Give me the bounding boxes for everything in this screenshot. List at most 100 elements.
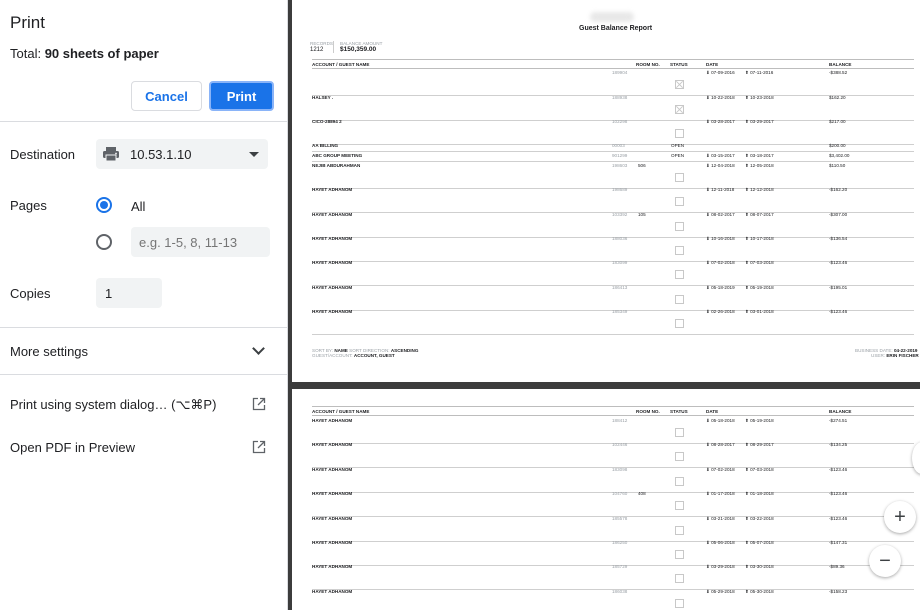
departure-date: ⬆ 10-23-2018 (745, 95, 774, 100)
system-dialog-link[interactable]: Print using system dialog… (⌥⌘P) (10, 397, 216, 413)
header-rule (312, 59, 914, 60)
col-status: STATUS (670, 409, 688, 414)
arrival-date: ⬇ 03-21-2018 (706, 516, 735, 521)
arrival-date: ⬇ 07-02-2018 (706, 260, 735, 265)
print-settings-panel: Print Total: 90 sheets of paper Cancel P… (0, 0, 288, 610)
account-id: 183099 (612, 260, 628, 265)
departure-date: ⬆ 03-01-2018 (745, 309, 774, 314)
departure-date: ⬆ 08-07-2017 (745, 212, 774, 217)
account-id: 189904 (612, 70, 628, 75)
account-id: 198603 (612, 163, 628, 168)
departure-date: ⬆ 03-18-2017 (745, 153, 774, 158)
row-checkbox[interactable] (675, 222, 684, 231)
col-account: ACCOUNT / GUEST NAME (312, 409, 370, 414)
account-id: 102446 (612, 442, 628, 447)
balance-value: -$158.23 (829, 589, 848, 594)
balance-value: $162.20 (829, 95, 846, 100)
guest-name: HAYET ADHANOM (312, 564, 353, 569)
pages-custom-input[interactable] (131, 227, 270, 257)
cancel-button[interactable]: Cancel (131, 81, 202, 111)
divider (0, 121, 288, 122)
destination-select[interactable]: 10.53.1.10 (96, 139, 268, 169)
status-value: OPEN (671, 153, 685, 158)
row-checkbox[interactable] (675, 526, 684, 535)
departure-date: ⬆ 05-30-2018 (745, 589, 774, 594)
account-id: 183098 (612, 467, 628, 472)
row-checkbox[interactable] (675, 270, 684, 279)
zoom-out-button[interactable]: − (869, 545, 901, 577)
total-value: 90 sheets of paper (44, 46, 159, 61)
row-checkbox[interactable] (675, 550, 684, 559)
records-value: 1212 (310, 47, 324, 53)
account-id: 00003 (612, 143, 625, 148)
destination-value: 10.53.1.10 (130, 146, 192, 162)
account-id: 185729 (612, 564, 628, 569)
row-checkbox[interactable] (675, 295, 684, 304)
col-date: DATE (706, 62, 719, 67)
row-checkbox[interactable] (675, 501, 684, 510)
row-checkbox[interactable] (675, 173, 684, 182)
row-checkbox[interactable] (675, 599, 684, 608)
row-checkbox[interactable] (675, 246, 684, 255)
balance-value: -$136.54 (829, 236, 848, 241)
arrival-date: ⬇ 03-29-2018 (706, 564, 735, 569)
arrival-date: ⬇ 10-16-2018 (706, 236, 735, 241)
pages-custom-radio[interactable] (96, 234, 112, 250)
balance-value: $217.00 (829, 119, 846, 124)
balance-value: -$134.25 (829, 442, 848, 447)
account-id: 102298 (612, 119, 628, 124)
open-external-icon[interactable] (252, 440, 266, 454)
row-checkbox[interactable] (675, 197, 684, 206)
arrival-date: ⬇ 08-02-2017 (706, 212, 735, 217)
row-checkbox[interactable] (675, 105, 684, 114)
row-divider (312, 151, 914, 152)
arrival-date: ⬇ 05-06-2018 (706, 540, 735, 545)
row-checkbox[interactable] (675, 452, 684, 461)
copies-label: Copies (10, 286, 51, 301)
row-checkbox[interactable] (675, 319, 684, 328)
copies-input[interactable] (96, 278, 162, 308)
total-prefix: Total: (10, 46, 45, 61)
departure-date: ⬆ 07-03-2018 (745, 467, 774, 472)
row-checkbox[interactable] (675, 574, 684, 583)
room-no: 105 (638, 212, 646, 217)
departure-date: ⬆ 07-03-2018 (745, 260, 774, 265)
divider (0, 327, 288, 328)
balance-value: $110.50 (829, 163, 846, 168)
open-external-icon[interactable] (252, 397, 266, 411)
guest-name: AA BILLING (312, 143, 339, 148)
zoom-in-button[interactable]: + (884, 501, 916, 533)
balance-amount-value: $150,359.00 (340, 46, 377, 53)
balance-value: -$195.01 (829, 285, 848, 290)
arrival-date: ⬇ 05-18-2019 (706, 285, 735, 290)
status-value: OPEN (671, 143, 685, 148)
arrival-date: ⬇ 01-17-2018 (706, 491, 735, 496)
header-rule (312, 415, 914, 416)
guest-name: HAYET ADHANOM (312, 516, 353, 521)
chevron-down-icon[interactable] (252, 342, 265, 355)
departure-date: ⬆ 08-29-2017 (745, 442, 774, 447)
print-button[interactable]: Print (209, 81, 274, 111)
open-pdf-preview-link[interactable]: Open PDF in Preview (10, 440, 135, 455)
pages-all-radio[interactable] (96, 197, 112, 213)
account-id: 188412 (612, 418, 628, 423)
arrival-date: ⬇ 05-29-2018 (706, 589, 735, 594)
guest-name: HAYET ADHANOM (312, 442, 353, 447)
guest-name: HAYET ADHANOM (312, 540, 353, 545)
row-checkbox[interactable] (675, 80, 684, 89)
account-id: 188036 (612, 236, 628, 241)
departure-date: ⬆ 07-11-2016 (745, 70, 774, 75)
arrival-date: ⬇ 03-15-2017 (706, 153, 735, 158)
arrival-date: ⬇ 10-22-2018 (706, 95, 735, 100)
row-divider (312, 161, 914, 162)
header-rule (312, 68, 914, 69)
print-preview[interactable]: Guest Balance Report RECORDS 1212 BALANC… (288, 0, 920, 610)
balance-value: $200.00 (829, 143, 846, 148)
row-checkbox[interactable] (675, 477, 684, 486)
row-checkbox[interactable] (675, 428, 684, 437)
more-settings-label[interactable]: More settings (10, 344, 88, 359)
departure-date: ⬆ 05-19-2018 (745, 418, 774, 423)
row-checkbox[interactable] (675, 129, 684, 138)
balance-value: -$388.52 (829, 70, 848, 75)
balance-value: -$274.51 (829, 418, 848, 423)
